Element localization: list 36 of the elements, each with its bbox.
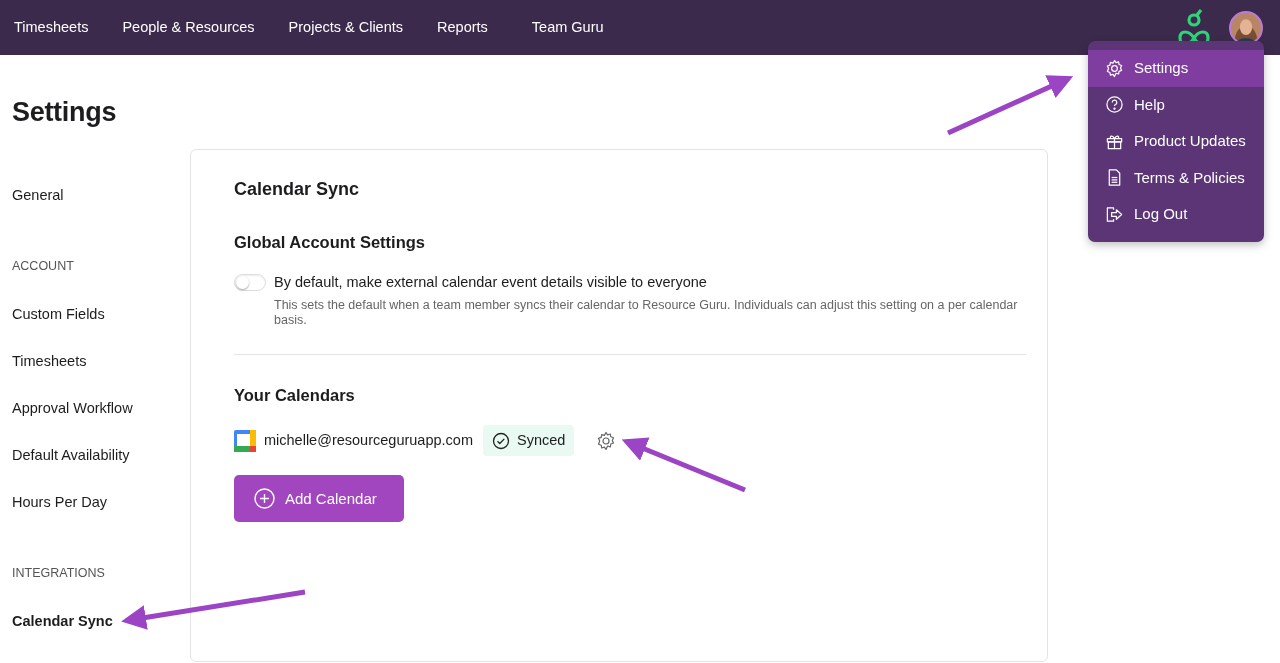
plus-icon [254,488,275,510]
settings-icon[interactable] [596,430,617,451]
sidebar-item[interactable]: Default Availability [12,445,190,493]
section-heading: Your Calendars [234,384,356,406]
nav-link[interactable]: Team Guru [531,16,604,39]
menu-item[interactable]: Product Updates [1088,123,1264,160]
calendar-email: michelle@resourceguruapp.com [264,430,473,450]
section-heading: ACCOUNT [12,258,75,276]
toggle-label: By default, make external calendar event details visible to everyone [274,273,708,293]
sidebar-item[interactable]: Timesheets [12,351,190,399]
sidebar-item[interactable]: Hours Per Day [12,492,190,540]
menu-item[interactable]: Help [1088,86,1264,123]
sidebar-item[interactable]: Calendar Sync [12,611,190,659]
sidebar-item[interactable]: Approval Workflow [12,398,190,446]
nav-link[interactable]: Projects & Clients [288,16,404,39]
section-heading: Global Account Settings [234,232,426,254]
nav-link[interactable]: People & Resources [122,16,255,39]
logout-icon [1105,204,1124,224]
sidebar-item[interactable]: General [12,185,190,233]
menu-item[interactable]: Terms & Policies [1088,159,1264,196]
toggle-switch[interactable] [234,274,266,292]
status-badge: Synced [482,424,575,457]
calendar-icon [234,429,256,452]
help-text: This sets the default when a team member syncs their calendar to Resource Guru. Individuals can adjust this setting on a per calendar basis. [274,297,1019,328]
section-heading: INTEGRATIONS [12,565,106,583]
check-icon [491,431,510,450]
sidebar-item[interactable]: Custom Fields [12,304,190,352]
nav-link[interactable]: Reports [437,16,488,39]
help-icon [1105,95,1124,115]
menu-item[interactable]: Settings [1088,50,1264,87]
menu-item[interactable]: Log Out [1088,196,1264,233]
settings-icon [1105,58,1124,78]
add-calendar-button[interactable]: Add Calendar [234,475,404,523]
page-title: Settings [12,96,117,129]
nav-link[interactable]: Timesheets [14,16,89,39]
panel-title: Calendar Sync [234,178,361,202]
